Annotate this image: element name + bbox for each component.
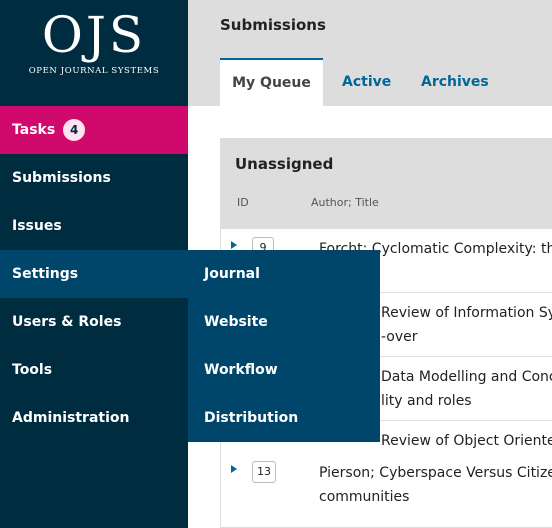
title-line-1: Review of Object Oriented: [381, 433, 552, 449]
title-line-2: communities: [319, 489, 410, 505]
submission-title[interactable]: Data Modelling and Conce lity and roles: [381, 365, 552, 413]
title-line-1: Review of Information Sys: [381, 305, 552, 321]
submenu-item-label: Distribution: [204, 410, 299, 426]
expand-arrow-icon[interactable]: [231, 241, 237, 249]
column-header-author-title: Author; Title: [311, 196, 379, 209]
submission-id: 13: [252, 461, 276, 483]
page-header: Submissions My Queue Active Archives: [188, 0, 552, 106]
sidebar-item-issues[interactable]: Issues: [0, 202, 188, 250]
expand-arrow-icon[interactable]: [231, 465, 237, 473]
submenu-item-journal[interactable]: Journal: [188, 250, 380, 298]
sidebar-item-label: Issues: [12, 218, 62, 234]
sidebar-item-submissions[interactable]: Submissions: [0, 154, 188, 202]
sidebar-item-tasks[interactable]: Tasks 4: [0, 106, 188, 154]
tab-label: My Queue: [232, 75, 311, 91]
logo-mark: OJS: [41, 6, 147, 64]
submenu-item-website[interactable]: Website: [188, 298, 380, 346]
tab-label: Active: [342, 74, 392, 90]
sidebar-item-label: Users & Roles: [12, 314, 122, 330]
logo-subtitle: OPEN JOURNAL SYSTEMS: [28, 66, 160, 76]
title-line-1: Data Modelling and Conce: [381, 369, 552, 385]
submission-title[interactable]: Review of Information Sys -over: [381, 301, 552, 349]
sidebar-item-settings[interactable]: Settings: [0, 250, 188, 298]
sidebar-item-label: Tools: [12, 362, 53, 378]
panel-header: Unassigned ID Author; Title: [221, 139, 552, 229]
title-line-2: lity and roles: [381, 393, 472, 409]
sidebar-item-label: Administration: [12, 410, 130, 426]
settings-submenu: Journal Website Workflow Distribution: [188, 250, 380, 442]
sidebar-item-label: Settings: [12, 266, 79, 282]
page-title: Submissions: [220, 16, 326, 34]
title-line-2: -over: [381, 329, 418, 345]
submenu-item-label: Journal: [204, 266, 260, 282]
column-header-id: ID: [237, 196, 249, 209]
sidebar: OJS OPEN JOURNAL SYSTEMS Tasks 4 Submiss…: [0, 0, 188, 528]
tasks-count-badge: 4: [63, 119, 86, 141]
tab-label: Archives: [421, 74, 489, 90]
table-row[interactable]: 13 Pierson; Cyberspace Versus Citizens c…: [221, 453, 552, 517]
sidebar-item-tools[interactable]: Tools: [0, 346, 188, 394]
tab-archives[interactable]: Archives: [421, 58, 489, 106]
ojs-logo[interactable]: OJS OPEN JOURNAL SYSTEMS: [0, 0, 188, 106]
title-line-1: Pierson; Cyberspace Versus Citizens: [319, 465, 552, 481]
tab-active[interactable]: Active: [342, 58, 391, 106]
panel-title: Unassigned: [235, 155, 334, 173]
sidebar-item-administration[interactable]: Administration: [0, 394, 188, 442]
submenu-item-label: Workflow: [204, 362, 278, 378]
submenu-item-distribution[interactable]: Distribution: [188, 394, 380, 442]
tab-my-queue[interactable]: My Queue: [220, 58, 323, 106]
submenu-item-workflow[interactable]: Workflow: [188, 346, 380, 394]
submission-title[interactable]: Pierson; Cyberspace Versus Citizens comm…: [319, 461, 552, 509]
tasks-label: Tasks: [12, 122, 56, 138]
sidebar-item-label: Submissions: [12, 170, 111, 186]
sidebar-item-users-roles[interactable]: Users & Roles: [0, 298, 188, 346]
submenu-item-label: Website: [204, 314, 268, 330]
